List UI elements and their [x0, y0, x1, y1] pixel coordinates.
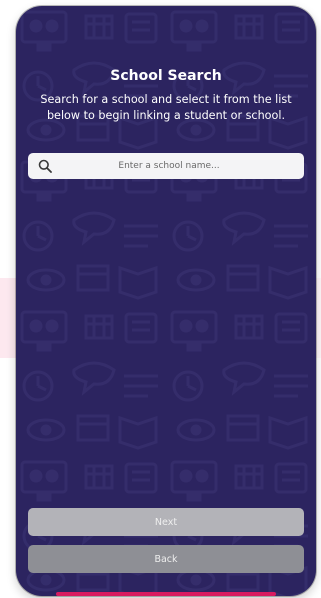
content: School Search Search for a school and se…: [16, 6, 316, 596]
app-screen: School Search Search for a school and se…: [16, 6, 316, 596]
search-bar[interactable]: [28, 153, 304, 179]
page-subtitle: Search for a school and select it from t…: [40, 93, 292, 122]
next-button[interactable]: Next: [28, 508, 304, 536]
school-search-input[interactable]: [58, 160, 304, 172]
bottom-accent-bar: [56, 592, 276, 596]
search-icon: [32, 153, 58, 179]
page-title: School Search: [110, 68, 222, 84]
back-button[interactable]: Back: [28, 545, 304, 573]
